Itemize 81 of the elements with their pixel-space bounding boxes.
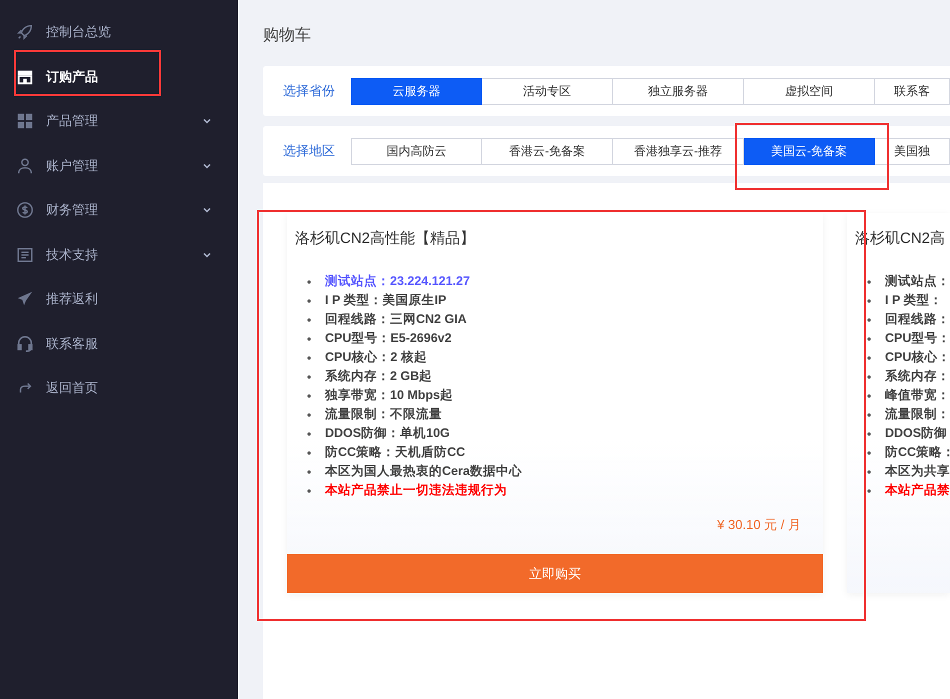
filter-tab[interactable]: 国内高防云 <box>351 138 482 164</box>
bullet-mark: • <box>307 312 312 328</box>
bullet-mark: • <box>307 350 312 366</box>
feature-item: 测试站点：23.224.121.27 <box>325 273 470 290</box>
bullet-mark: • <box>307 330 312 346</box>
feature-item: DDOS防御：单机10G <box>325 425 450 442</box>
sidebar-item[interactable]: 订购产品 <box>0 54 238 99</box>
bullet-mark: • <box>307 464 312 480</box>
user-icon <box>16 156 34 175</box>
bullet-mark: • <box>307 292 312 308</box>
feature-item: 本站产品禁止一切违法违规行为 <box>325 482 507 499</box>
bullet-mark: • <box>867 388 872 404</box>
feature-item: CPU型号： <box>885 330 950 347</box>
filter-tab[interactable]: 云服务器 <box>351 78 482 104</box>
bullet-mark: • <box>867 330 872 346</box>
bullet-mark: • <box>307 388 312 404</box>
feature-item: 防CC策略： <box>885 444 950 461</box>
feature-item: 本区为共享 <box>885 463 950 480</box>
bullet-mark: • <box>307 406 312 422</box>
feature-item: 本站产品禁 <box>885 482 950 499</box>
filter-label: 选择省份 <box>283 82 336 100</box>
feature-item: 回程线路： <box>885 311 950 328</box>
feature-item: 独享带宽：10 Mbps起 <box>325 387 454 404</box>
feature-item: CPU型号：E5-2696v2 <box>325 330 452 347</box>
feature-item: 测试站点： <box>885 273 950 290</box>
sidebar-item[interactable]: 账户管理 <box>0 144 238 188</box>
bullet-mark: • <box>867 312 872 328</box>
bullet-mark: • <box>867 464 872 480</box>
bullet-mark: • <box>307 274 312 290</box>
bullet-mark: • <box>867 482 872 498</box>
rocket-icon <box>16 23 34 42</box>
sidebar-item[interactable]: 联系客服 <box>0 322 238 366</box>
bullet-mark: • <box>867 368 872 384</box>
filter-tab[interactable]: 香港独享云-推荐 <box>613 138 744 164</box>
storefront-icon <box>16 68 34 86</box>
chevron-icon <box>202 205 212 216</box>
sidebar-item[interactable]: 技术支持 <box>0 232 238 277</box>
feature-item: 防CC策略：天机盾防CC <box>325 444 466 461</box>
dollar-icon <box>16 201 34 220</box>
feature-item: 流量限制：不限流量 <box>325 406 442 423</box>
grid-icon <box>16 112 34 130</box>
filter-tab[interactable]: 虚拟空间 <box>744 78 875 104</box>
filter-label: 选择地区 <box>283 142 336 160</box>
bullet-mark: • <box>307 368 312 384</box>
filter-tab[interactable]: 联系客 <box>875 78 950 104</box>
bullet-mark: • <box>867 274 872 290</box>
chevron-icon <box>202 116 212 126</box>
filter-tab[interactable]: 美国独 <box>875 138 950 164</box>
bullet-mark: • <box>867 444 872 460</box>
filter-tab[interactable]: 香港云-免备案 <box>482 138 613 164</box>
price-text: ¥ 30.10 元 / 月 <box>717 516 801 534</box>
sidebar-item[interactable]: 返回首页 <box>0 366 238 410</box>
filter-tab[interactable]: 独立服务器 <box>613 78 744 104</box>
bullet-mark: • <box>307 482 312 498</box>
feature-item: 系统内存：2 GB起 <box>325 368 432 385</box>
feature-item: 峰值带宽： <box>885 387 950 404</box>
filter-tab[interactable]: 活动专区 <box>482 78 613 104</box>
feature-item: DDOS防御 <box>885 425 948 442</box>
product-title: 洛杉矶CN2高性能【精品】 <box>294 229 476 248</box>
bullet-mark: • <box>867 406 872 422</box>
bullet-mark: • <box>867 292 872 308</box>
feature-item: 回程线路：三网CN2 GIA <box>325 311 467 328</box>
feature-item: 系统内存： <box>885 368 950 385</box>
feature-item: 本区为国人最热衷的Cera数据中心 <box>325 463 522 480</box>
bullet-mark: • <box>307 444 312 460</box>
sidebar-item[interactable]: 控制台总览 <box>0 10 238 54</box>
headset-icon <box>16 334 34 353</box>
sidebar-item[interactable]: 产品管理 <box>0 99 238 144</box>
bullet-mark: • <box>867 426 872 442</box>
bullet-mark: • <box>867 350 872 366</box>
feature-item: 流量限制： <box>885 406 950 423</box>
feature-item: CPU核心：2 核起 <box>325 349 427 366</box>
filter-tab[interactable]: 美国云-免备案 <box>744 138 875 164</box>
sidebar-item[interactable]: 推荐返利 <box>0 277 238 322</box>
bullet-mark: • <box>307 426 312 442</box>
feature-item: CPU核心： <box>885 349 950 366</box>
document-icon <box>16 246 34 264</box>
feature-item: I P 类型： <box>885 292 943 309</box>
page-title: 购物车 <box>263 26 312 46</box>
sidebar-item[interactable]: 财务管理 <box>0 188 238 232</box>
feature-item: I P 类型：美国原生IP <box>325 292 446 309</box>
